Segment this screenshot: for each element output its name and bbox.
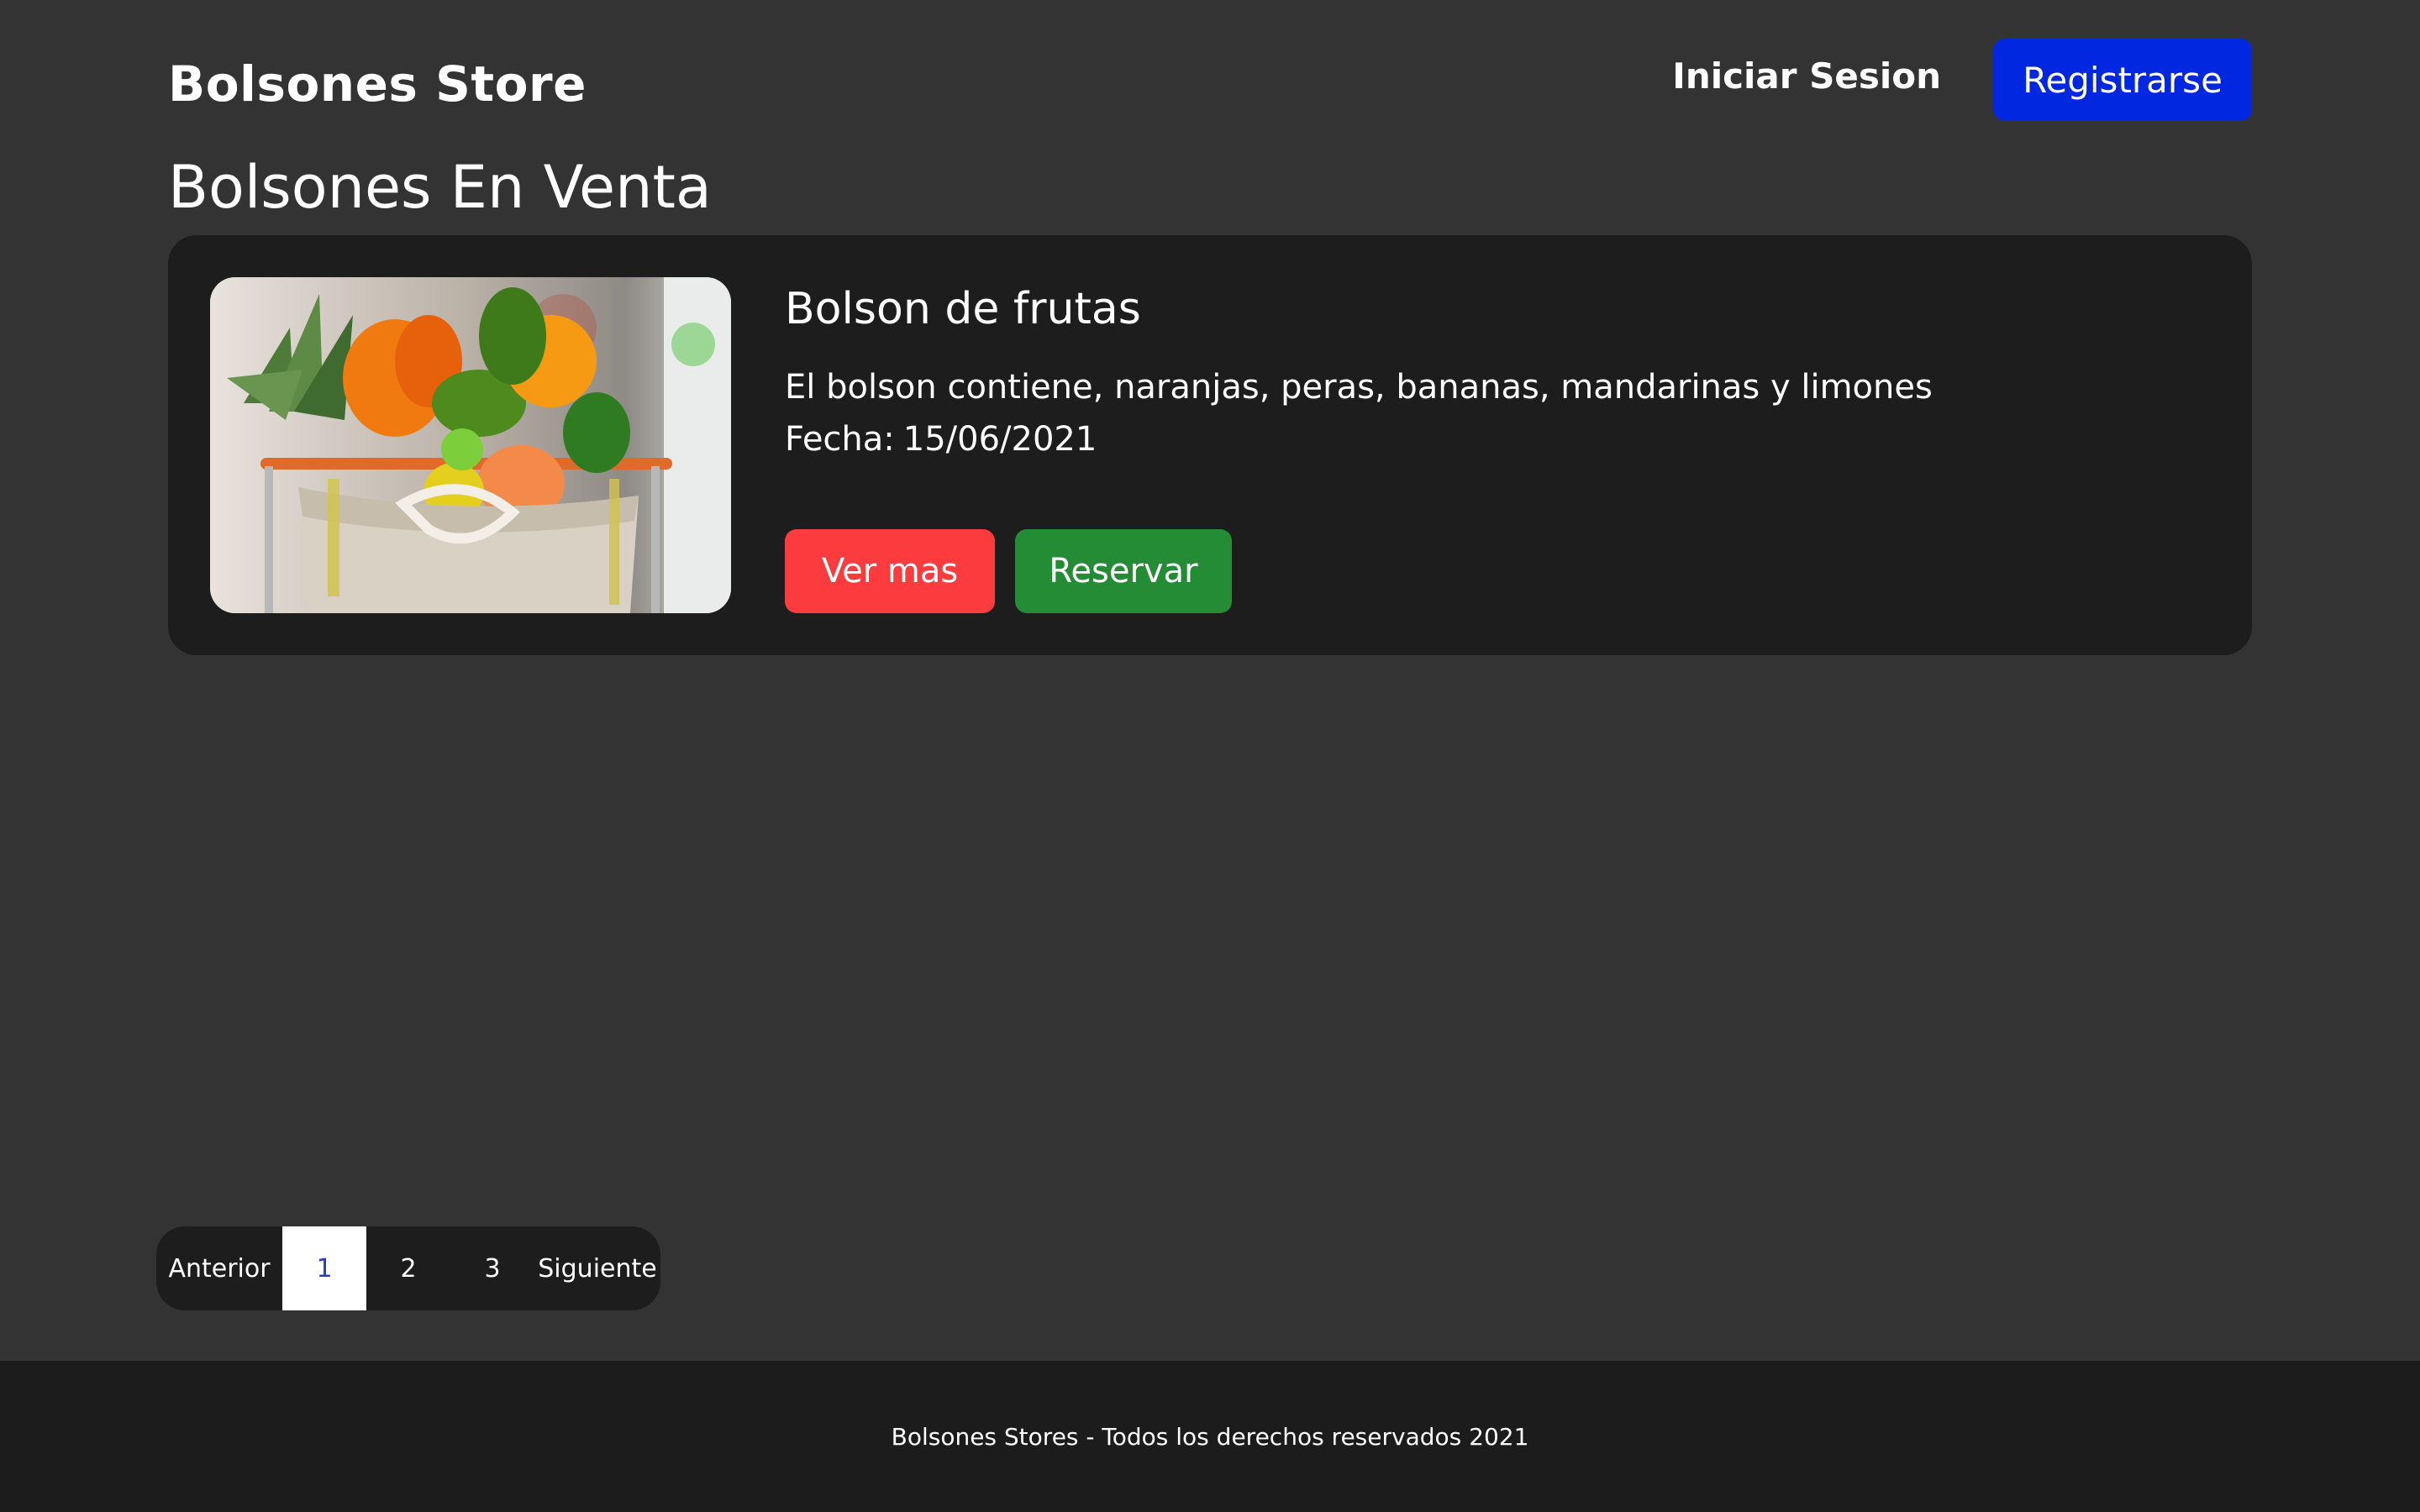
brand-logo-text[interactable]: Bolsones Store	[168, 55, 587, 113]
product-date-value: 15/06/2021	[902, 420, 1097, 459]
pagination-page-2[interactable]: 2	[366, 1226, 450, 1310]
register-button[interactable]: Registrarse	[1993, 39, 2252, 121]
footer-copyright: Bolsones Stores - Todos los derechos res…	[891, 1422, 1529, 1451]
pagination-page-3[interactable]: 3	[450, 1226, 534, 1310]
page-title: Bolsones En Venta	[168, 153, 712, 222]
pagination: Anterior 1 2 3 Siguiente	[156, 1226, 660, 1310]
product-title: Bolson de frutas	[785, 284, 1141, 334]
product-image	[210, 277, 731, 613]
product-date-label: Fecha:	[785, 420, 895, 459]
product-date: Fecha: 15/06/2021	[785, 420, 1097, 459]
view-more-button[interactable]: Ver mas	[785, 529, 995, 613]
pagination-next[interactable]: Siguiente	[534, 1226, 660, 1310]
product-description: El bolson contiene, naranjas, peras, ban…	[785, 368, 1933, 407]
pagination-previous[interactable]: Anterior	[156, 1226, 282, 1310]
site-header: Bolsones Store Iniciar Sesion Registrars…	[168, 39, 2252, 123]
pagination-page-1[interactable]: 1	[282, 1226, 366, 1310]
reserve-button[interactable]: Reservar	[1015, 529, 1232, 613]
site-footer: Bolsones Stores - Todos los derechos res…	[0, 1361, 2420, 1512]
product-card: Bolson de frutas El bolson contiene, nar…	[168, 235, 2252, 655]
login-link[interactable]: Iniciar Sesion	[1672, 55, 1941, 97]
